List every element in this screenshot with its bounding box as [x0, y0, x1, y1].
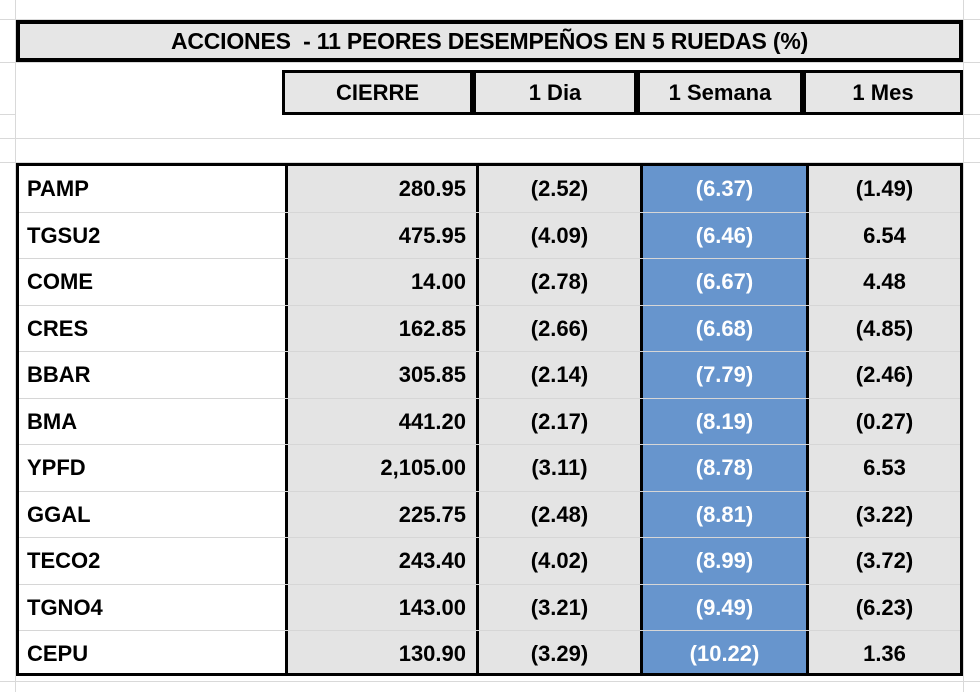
cell-cierre[interactable]: 130.90 [288, 631, 476, 677]
cell-1mes[interactable]: 1.36 [809, 631, 960, 677]
cell-1dia[interactable]: (2.17) [479, 399, 640, 445]
header-label-1mes: 1 Mes [852, 79, 914, 105]
cell-1mes[interactable]: 6.54 [809, 213, 960, 259]
cell-1semana[interactable]: (6.68) [643, 306, 806, 352]
page-title: ACCIONES - 11 PEORES DESEMPEÑOS EN 5 RUE… [170, 27, 809, 54]
cell-ticker[interactable]: GGAL [19, 492, 285, 538]
data-table: PAMP 280.95 (2.52) (6.37) (1.49) TGSU2 475.95(… [16, 163, 963, 676]
cell-1semana[interactable]: (6.37) [643, 166, 806, 212]
cell-1semana[interactable]: (8.81) [643, 492, 806, 538]
cell-1mes[interactable]: (4.85) [809, 306, 960, 352]
cell-1dia[interactable]: (2.66) [479, 306, 640, 352]
cell-1semana[interactable]: (8.99) [643, 538, 806, 584]
cell-ticker[interactable]: COME [19, 259, 285, 305]
cell-ticker[interactable]: TECO2 [19, 538, 285, 584]
cell-cierre[interactable]: 143.00 [288, 585, 476, 631]
cell-1mes[interactable]: (1.49) [809, 166, 960, 212]
cell-1semana[interactable]: (8.19) [643, 399, 806, 445]
sheet-gridline-horizontal [0, 138, 980, 139]
cell-ticker[interactable]: TGNO4 [19, 585, 285, 631]
table-header-row: CIERRE 1 Dia 1 Semana 1 Mes [16, 70, 963, 115]
cell-1dia[interactable]: (3.21) [479, 585, 640, 631]
cell-1mes[interactable]: (6.23) [809, 585, 960, 631]
cell-cierre[interactable]: 280.95 [288, 166, 476, 212]
cell-1dia[interactable]: (3.29) [479, 631, 640, 677]
cell-cierre[interactable]: 2,105.00 [288, 445, 476, 491]
cell-1semana[interactable]: (10.22) [643, 631, 806, 677]
header-cell-1dia[interactable]: 1 Dia [473, 70, 637, 115]
cell-1semana[interactable]: (6.67) [643, 259, 806, 305]
cell-ticker[interactable]: PAMP [19, 166, 285, 212]
cell-ticker[interactable]: CEPU [19, 631, 285, 677]
header-label-cierre: CIERRE [335, 79, 420, 105]
cell-cierre[interactable]: 475.95 [288, 213, 476, 259]
cell-1mes[interactable]: (2.46) [809, 352, 960, 398]
cell-cierre[interactable]: 225.75 [288, 492, 476, 538]
cell-1semana[interactable]: (6.46) [643, 213, 806, 259]
header-cell-cierre[interactable]: CIERRE [282, 70, 473, 115]
cell-1dia[interactable]: (4.09) [479, 213, 640, 259]
table-title-banner: ACCIONES - 11 PEORES DESEMPEÑOS EN 5 RUE… [16, 20, 963, 62]
cell-1semana[interactable]: (9.49) [643, 585, 806, 631]
cell-ticker[interactable]: YPFD [19, 445, 285, 491]
cell-1dia[interactable]: (2.48) [479, 492, 640, 538]
cell-ticker[interactable]: TGSU2 [19, 213, 285, 259]
cell-1semana[interactable]: (7.79) [643, 352, 806, 398]
cell-1mes[interactable]: (0.27) [809, 399, 960, 445]
cell-1mes[interactable]: (3.72) [809, 538, 960, 584]
header-cell-1mes[interactable]: 1 Mes [803, 70, 963, 115]
cell-1mes[interactable]: (3.22) [809, 492, 960, 538]
cell-1mes[interactable]: 4.48 [809, 259, 960, 305]
header-cell-1semana[interactable]: 1 Semana [637, 70, 803, 115]
sheet-gridline-horizontal [0, 62, 980, 63]
header-label-1semana: 1 Semana [668, 79, 772, 105]
cell-ticker[interactable]: BMA [19, 399, 285, 445]
cell-ticker[interactable]: BBAR [19, 352, 285, 398]
cell-1dia[interactable]: (3.11) [479, 445, 640, 491]
cell-cierre[interactable]: 305.85 [288, 352, 476, 398]
cell-1semana[interactable]: (8.78) [643, 445, 806, 491]
spreadsheet-canvas: ACCIONES - 11 PEORES DESEMPEÑOS EN 5 RUE… [0, 0, 980, 692]
cell-cierre[interactable]: 162.85 [288, 306, 476, 352]
sheet-gridline-horizontal [0, 681, 980, 682]
cell-ticker[interactable]: CRES [19, 306, 285, 352]
cell-1dia[interactable]: (2.14) [479, 352, 640, 398]
cell-cierre[interactable]: 14.00 [288, 259, 476, 305]
cell-1dia[interactable]: (2.78) [479, 259, 640, 305]
header-cell-blank [16, 70, 282, 115]
sheet-gridline-vertical [963, 0, 964, 692]
header-label-1dia: 1 Dia [528, 79, 582, 105]
cell-1dia[interactable]: (2.52) [479, 166, 640, 212]
cell-1mes[interactable]: 6.53 [809, 445, 960, 491]
cell-cierre[interactable]: 243.40 [288, 538, 476, 584]
cell-1dia[interactable]: (4.02) [479, 538, 640, 584]
cell-cierre[interactable]: 441.20 [288, 399, 476, 445]
